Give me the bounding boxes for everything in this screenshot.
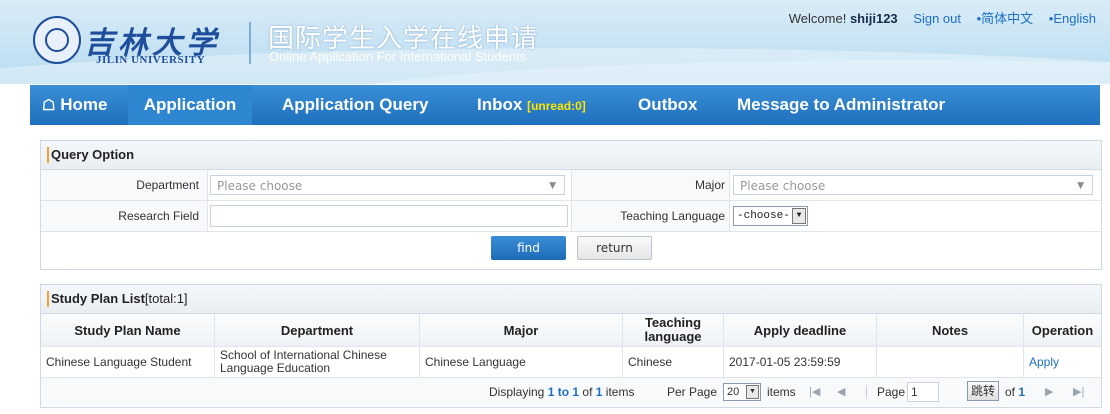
cell-teaching-language: Chinese — [622, 346, 724, 378]
study-plan-list-title: Study Plan List[total:1] — [41, 285, 1101, 314]
col-major: Major — [419, 314, 623, 347]
nav-home[interactable]: ☖ Home — [42, 85, 107, 125]
pager-displaying: Displaying — [489, 385, 545, 399]
col-operation: Operation — [1023, 314, 1101, 347]
nav-inbox[interactable]: Inbox [unread:0] — [477, 85, 586, 125]
major-label: Major — [572, 170, 729, 200]
col-teaching-language: Teaching language — [622, 314, 724, 347]
col-apply-deadline: Apply deadline — [723, 314, 877, 347]
per-page-select[interactable]: 20 ▼ — [723, 383, 761, 401]
teaching-language-select[interactable]: -choose- ▼ — [733, 206, 808, 226]
pager-total: 1 — [595, 385, 603, 399]
nav-home-label: Home — [60, 95, 108, 114]
user-bar: Welcome! shiji123 Sign out •简体中文 •Englis… — [777, 8, 1096, 27]
pagination-summary: Displaying 1 to 1 of 1 items — [489, 378, 634, 406]
nav-outbox[interactable]: Outbox — [638, 85, 698, 125]
page-header: 吉林大学 JILIN UNIVERSITY 国际学生入学在线申请 Online … — [0, 0, 1110, 84]
cell-study-plan-name: Chinese Language Student — [41, 346, 215, 378]
header-divider — [249, 22, 251, 64]
department-select[interactable]: Please choose ▼ — [210, 175, 565, 195]
inbox-unread-badge: [unread:0] — [527, 99, 586, 113]
language-chinese-link[interactable]: •简体中文 — [977, 11, 1034, 26]
sign-out-link[interactable]: Sign out — [913, 11, 961, 26]
table-row: Chinese Language Student School of Inter… — [41, 346, 1101, 378]
language-english-link[interactable]: •English — [1049, 11, 1096, 26]
cell-notes — [876, 346, 1024, 378]
university-seal-logo — [33, 16, 81, 64]
chevron-down-icon: ▼ — [549, 181, 556, 191]
pager-pages: 1 — [1018, 385, 1026, 399]
col-department: Department — [214, 314, 420, 347]
welcome-prefix: Welcome! — [788, 11, 847, 26]
department-label: Department — [41, 170, 207, 200]
per-page-items: items — [767, 385, 796, 399]
research-field-input[interactable] — [210, 205, 568, 227]
pager-of2: of — [1005, 385, 1016, 399]
prev-page-icon[interactable]: ◀ — [837, 378, 845, 406]
pagination-bar: Displaying 1 to 1 of 1 items Per Page 20… — [41, 377, 1101, 406]
dropdown-arrow-icon: ▼ — [792, 208, 806, 224]
query-row-research: Research Field Teaching Language -choose… — [41, 201, 1101, 232]
university-logo-english: JILIN UNIVERSITY — [96, 54, 206, 66]
main-nav: ☖ Home Application Application Query Inb… — [30, 85, 1100, 125]
study-plan-table: Study Plan Name Department Major Teachin… — [41, 314, 1101, 378]
research-field-label: Research Field — [41, 201, 207, 231]
study-plan-list-panel: Study Plan List[total:1] Study Plan Name… — [40, 284, 1102, 408]
teaching-language-value: -choose- — [737, 210, 790, 222]
pager-items: items — [605, 385, 635, 399]
study-plan-total: [total:1] — [144, 291, 188, 306]
pager-of: of — [582, 385, 593, 399]
username: shiji123 — [849, 11, 898, 26]
next-page-icon[interactable]: ▶ — [1045, 378, 1053, 406]
col-notes: Notes — [876, 314, 1024, 347]
query-actions: find return — [41, 232, 1101, 268]
welcome-text: Welcome! shiji123 — [789, 11, 898, 26]
per-page-value: 20 — [727, 386, 740, 398]
nav-application-query[interactable]: Application Query — [282, 85, 428, 125]
nav-message-admin[interactable]: Message to Administrator — [737, 85, 945, 125]
dropdown-arrow-icon: ▼ — [746, 385, 759, 399]
teaching-language-label: Teaching Language — [572, 201, 729, 231]
nav-inbox-label: Inbox — [477, 95, 523, 114]
cell-apply-deadline: 2017-01-05 23:59:59 — [723, 346, 877, 378]
cell-department: School of International Chinese Language… — [214, 346, 420, 378]
chevron-down-icon: ▼ — [1077, 181, 1084, 191]
pager-of-pages: of 1 — [1005, 378, 1025, 406]
nav-application[interactable]: Application — [128, 85, 252, 125]
cell-major: Chinese Language — [419, 346, 623, 378]
col-study-plan-name: Study Plan Name — [41, 314, 215, 347]
page-number-input[interactable]: 1 — [907, 382, 939, 402]
study-plan-list-label: Study Plan List — [51, 291, 145, 306]
last-page-icon[interactable]: ▶| — [1073, 378, 1084, 406]
table-header-row: Study Plan Name Department Major Teachin… — [41, 314, 1101, 347]
find-button[interactable]: find — [491, 236, 566, 260]
home-icon: ☖ — [42, 97, 56, 114]
pager-separator — [866, 385, 867, 399]
department-select-value: Please choose — [217, 179, 303, 193]
query-option-panel: Query Option Department Please choose ▼ … — [40, 140, 1102, 270]
query-row-department: Department Please choose ▼ Major Please … — [41, 170, 1101, 201]
major-select-value: Please choose — [740, 179, 826, 193]
query-option-title: Query Option — [41, 141, 1101, 170]
jump-button[interactable]: 跳转 — [967, 381, 999, 401]
pager-range: 1 to 1 — [547, 385, 580, 399]
return-button[interactable]: return — [577, 236, 652, 260]
site-title-english: Online Application For International Stu… — [269, 49, 527, 64]
page-label: Page — [877, 385, 906, 399]
apply-link[interactable]: Apply — [1023, 346, 1101, 378]
first-page-icon[interactable]: |◀ — [809, 378, 820, 406]
major-select[interactable]: Please choose ▼ — [733, 175, 1093, 195]
per-page-label: Per Page — [667, 385, 718, 399]
